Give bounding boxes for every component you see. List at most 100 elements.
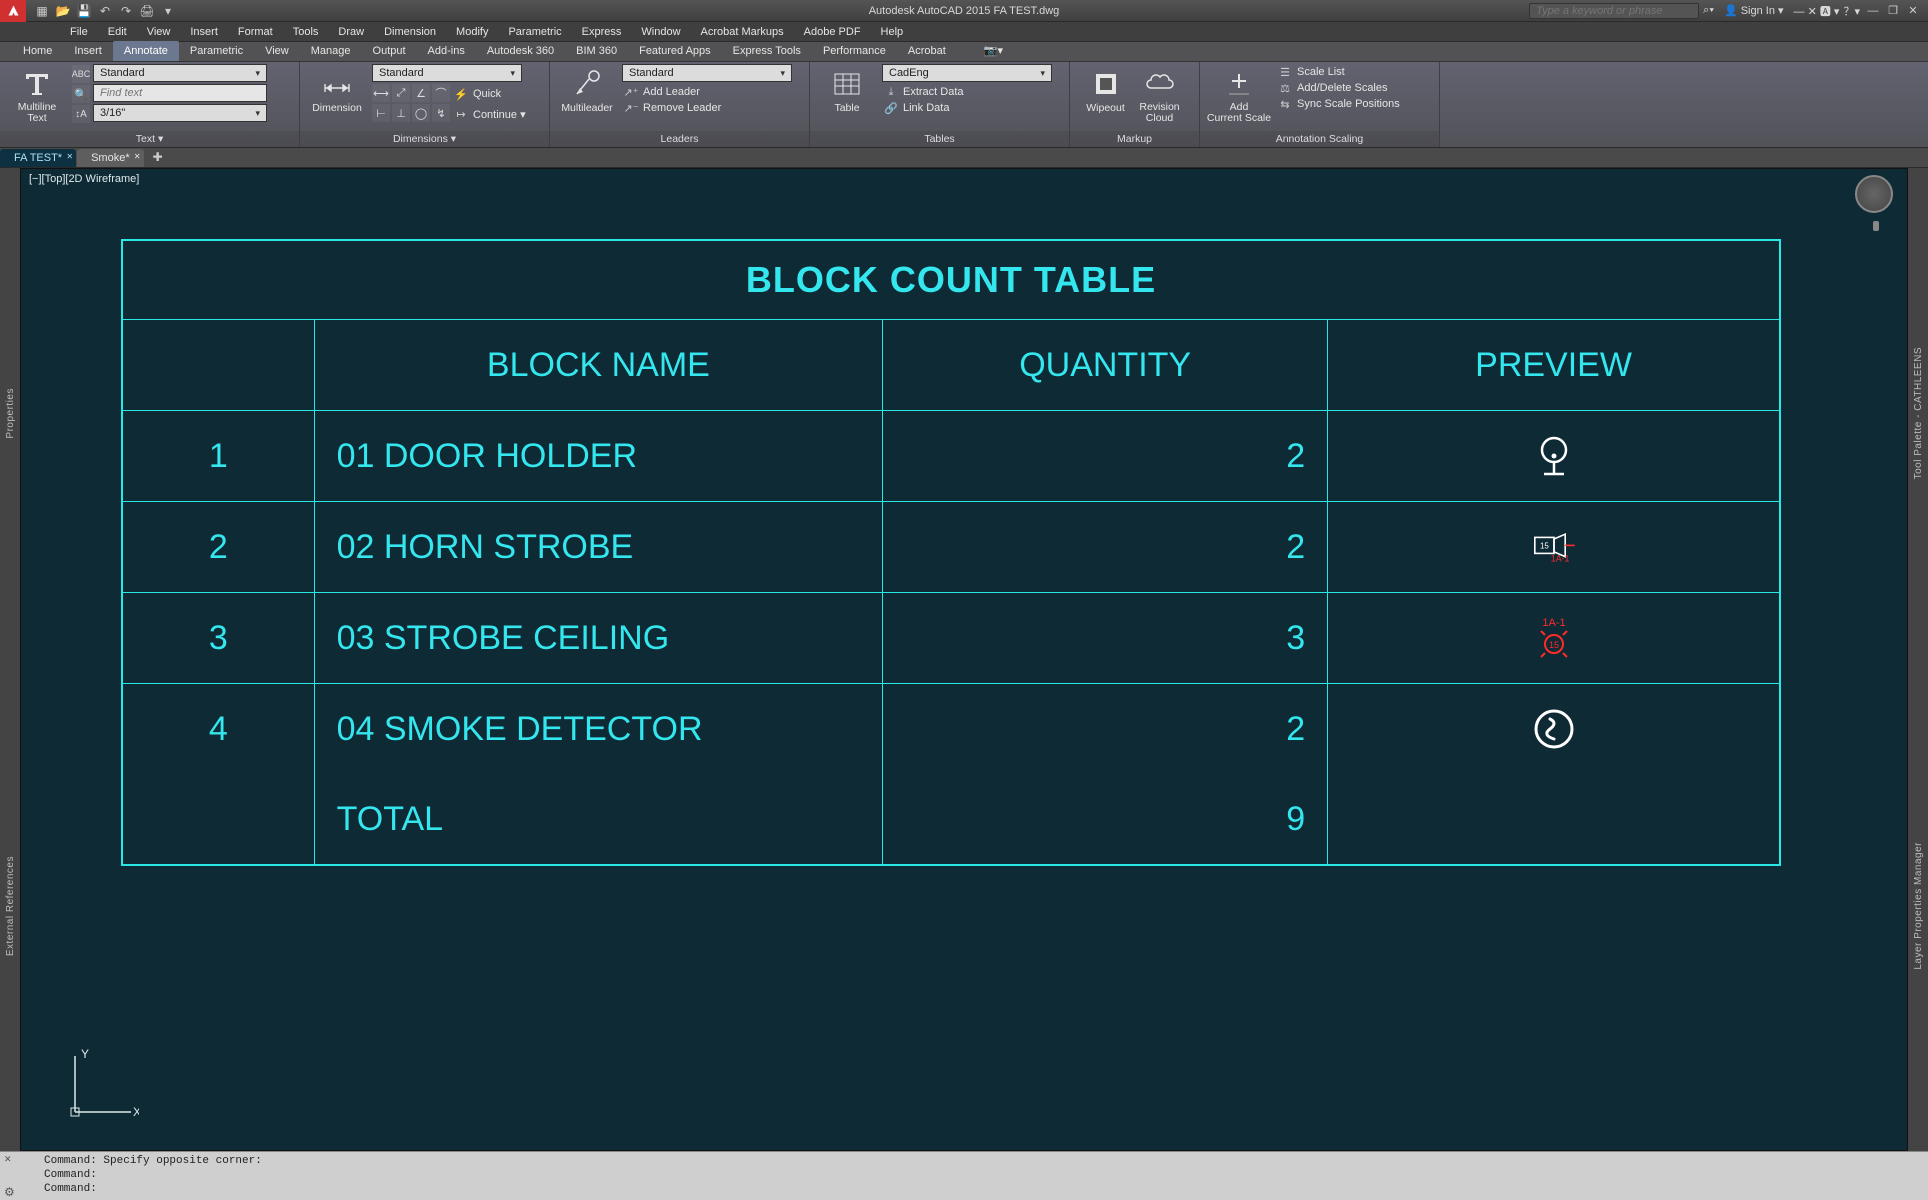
qat-redo-icon[interactable]: ↷ [117, 2, 135, 20]
dimension-button[interactable]: Dimension [306, 64, 368, 114]
exchange-icon[interactable]: — ✕ 🅰 ▾ [1794, 3, 1840, 19]
continue-dimension-button[interactable]: ↦Continue ▾ [452, 106, 528, 122]
ribbon-tab-add-ins[interactable]: Add-ins [417, 41, 476, 61]
menu-express[interactable]: Express [572, 24, 632, 40]
ribbon-tab-insert[interactable]: Insert [63, 41, 113, 61]
add-leader-button[interactable]: ↗⁺Add Leader [622, 84, 792, 100]
sync-scale-button[interactable]: ⇆Sync Scale Positions [1276, 96, 1402, 112]
ribbon-tab-bim-360[interactable]: BIM 360 [565, 41, 628, 61]
find-text-input[interactable] [93, 84, 267, 102]
text-style-value: Standard [100, 67, 145, 79]
multileader-button[interactable]: Multileader [556, 64, 618, 114]
drawing-tab[interactable]: FA TEST*✕ [0, 149, 76, 167]
text-height-dropdown[interactable]: 3/16"▾ [93, 104, 267, 122]
multiline-text-button[interactable]: Multiline Text [6, 64, 68, 124]
menu-modify[interactable]: Modify [446, 24, 498, 40]
ribbon-tab-autodesk-360[interactable]: Autodesk 360 [476, 41, 565, 61]
window-close-icon[interactable]: ✕ [1904, 3, 1922, 19]
layer-properties-tab[interactable]: Layer Properties Manager [1913, 842, 1924, 970]
close-tab-icon[interactable]: ✕ [66, 152, 73, 161]
add-current-scale-button[interactable]: Add Current Scale [1206, 64, 1272, 124]
help-icon[interactable]: ？▾ [1843, 3, 1860, 19]
qat-open-icon[interactable]: 📂 [54, 2, 72, 20]
text-style-dropdown[interactable]: Standard▾ [93, 64, 267, 82]
quick-dimension-button[interactable]: ⚡Quick [452, 86, 503, 102]
menu-adobe-pdf[interactable]: Adobe PDF [794, 24, 871, 40]
panel-title-leaders[interactable]: Leaders [550, 131, 809, 147]
menu-file[interactable]: File [60, 24, 98, 40]
qat-print-icon[interactable]: 🖨 [138, 2, 156, 20]
viewport-controls[interactable]: [−][Top][2D Wireframe] [29, 173, 139, 185]
qat-save-icon[interactable]: 💾 [75, 2, 93, 20]
menu-acrobat-markups[interactable]: Acrobat Markups [691, 24, 794, 40]
ribbon-tab-manage[interactable]: Manage [300, 41, 362, 61]
xref-palette-tab[interactable]: External References [5, 856, 16, 956]
qat-drop-icon[interactable]: ▾ [159, 2, 177, 20]
dim-linear-icon[interactable]: ⟷ [372, 84, 390, 102]
tool-palette-tab[interactable]: Tool Palette - CATHLEENS [1913, 347, 1924, 479]
revision-cloud-button[interactable]: Revision Cloud [1133, 64, 1187, 124]
ribbon-tab-view[interactable]: View [254, 41, 300, 61]
ribbon-camera-icon[interactable]: 📷▾ [973, 40, 1014, 61]
menu-edit[interactable]: Edit [98, 24, 137, 40]
ribbon-tab-express-tools[interactable]: Express Tools [722, 41, 812, 61]
dim-baseline-icon[interactable]: ⊢ [372, 104, 390, 122]
dim-angular-icon[interactable]: ∠ [412, 84, 430, 102]
dim-jog-icon[interactable]: ↯ [432, 104, 450, 122]
menu-insert[interactable]: Insert [180, 24, 228, 40]
dim-aligned-icon[interactable]: ⤢ [392, 84, 410, 102]
link-data-button[interactable]: 🔗Link Data [882, 100, 1052, 116]
panel-title-tables[interactable]: Tables [810, 131, 1069, 147]
menu-view[interactable]: View [137, 24, 181, 40]
remove-leader-button[interactable]: ↗⁻Remove Leader [622, 100, 792, 116]
dim-style-dropdown[interactable]: Standard▾ [372, 64, 522, 82]
help-search-input[interactable] [1529, 3, 1699, 19]
window-minimize-icon[interactable]: — [1864, 3, 1882, 19]
menu-draw[interactable]: Draw [328, 24, 374, 40]
ribbon-tab-featured-apps[interactable]: Featured Apps [628, 41, 722, 61]
scale-list-button[interactable]: ☰Scale List [1276, 64, 1402, 80]
menu-help[interactable]: Help [871, 24, 914, 40]
dim-ordinate-icon[interactable]: ⊥ [392, 104, 410, 122]
cell-index: 3 [123, 593, 315, 683]
leader-style-dropdown[interactable]: Standard▾ [622, 64, 792, 82]
viewcube-icon[interactable] [1855, 175, 1893, 213]
ribbon-tab-parametric[interactable]: Parametric [179, 41, 254, 61]
close-tab-icon[interactable]: ✕ [134, 152, 141, 161]
infocenter-icon[interactable]: ⌕▾ [1703, 4, 1714, 17]
dim-arc-icon[interactable]: ⌒ [432, 84, 450, 102]
properties-palette-tab[interactable]: Properties [5, 388, 16, 439]
new-tab-icon[interactable]: ✚ [145, 147, 171, 167]
menu-window[interactable]: Window [631, 24, 690, 40]
table-button[interactable]: Table [816, 64, 878, 114]
signin-button[interactable]: 👤 Sign In ▾ [1718, 4, 1790, 17]
ribbon-tab-acrobat[interactable]: Acrobat [897, 41, 957, 61]
menu-dimension[interactable]: Dimension [374, 24, 446, 40]
ribbon-tab-performance[interactable]: Performance [812, 41, 897, 61]
command-window[interactable]: ✕ ⚙ Command: Specify opposite corner:Com… [0, 1151, 1928, 1200]
qat-new-icon[interactable]: ▦ [33, 2, 51, 20]
extract-data-button[interactable]: ⤓Extract Data [882, 84, 1052, 100]
app-logo[interactable] [0, 0, 26, 22]
ribbon-tab-output[interactable]: Output [362, 41, 417, 61]
ucs-y-label: Y [81, 1048, 89, 1061]
drawing-viewport[interactable]: [−][Top][2D Wireframe] BLOCK COUNT TABLE… [20, 168, 1908, 1151]
table-title: BLOCK COUNT TABLE [123, 241, 1779, 320]
dim-radius-icon[interactable]: ◯ [412, 104, 430, 122]
ribbon-tab-annotate[interactable]: Annotate [113, 41, 179, 61]
add-delete-scales-button[interactable]: ⚖Add/Delete Scales [1276, 80, 1402, 96]
command-close-icon[interactable]: ✕ [4, 1155, 12, 1165]
menu-parametric[interactable]: Parametric [498, 24, 571, 40]
ribbon-tab-home[interactable]: Home [12, 41, 63, 61]
panel-title-text[interactable]: Text ▾ [0, 131, 299, 147]
drawing-tab[interactable]: Smoke*✕ [77, 149, 144, 167]
window-restore-icon[interactable]: ❐ [1884, 3, 1902, 19]
qat-undo-icon[interactable]: ↶ [96, 2, 114, 20]
menu-tools[interactable]: Tools [283, 24, 329, 40]
command-config-icon[interactable]: ⚙ [4, 1185, 15, 1200]
wipeout-button[interactable]: Wipeout [1083, 64, 1129, 114]
cell-quantity: 2 [883, 502, 1328, 592]
panel-title-dimensions[interactable]: Dimensions ▾ [300, 131, 549, 147]
menu-format[interactable]: Format [228, 24, 283, 40]
table-style-dropdown[interactable]: CadEng▾ [882, 64, 1052, 82]
